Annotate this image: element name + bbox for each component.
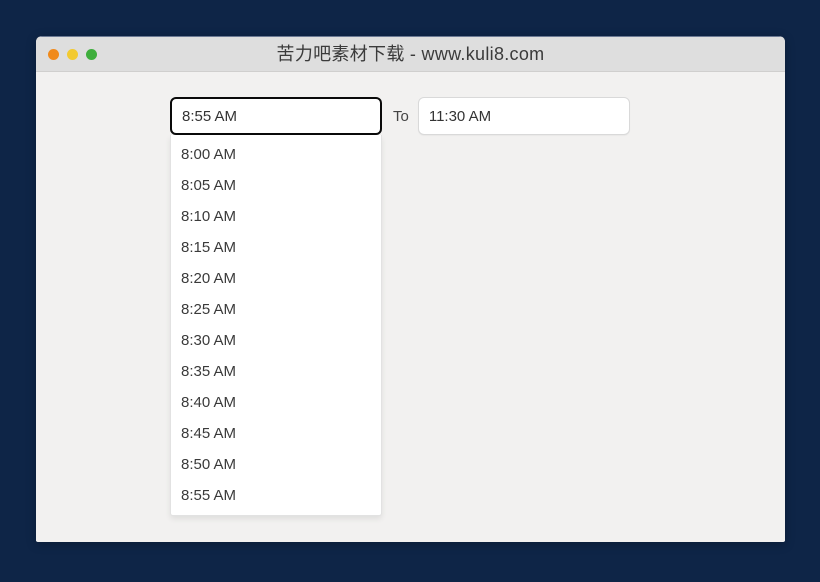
dropdown-option[interactable]: 8:55 AM <box>171 480 381 511</box>
dropdown-option[interactable]: 8:40 AM <box>171 387 381 418</box>
start-time-input[interactable] <box>170 97 382 135</box>
dropdown-option[interactable]: 8:50 AM <box>171 449 381 480</box>
window-body: 8:00 AM 8:05 AM 8:10 AM 8:15 AM 8:20 AM … <box>36 72 785 541</box>
start-time-dropdown: 8:00 AM 8:05 AM 8:10 AM 8:15 AM 8:20 AM … <box>170 135 382 516</box>
dropdown-option[interactable]: 8:00 AM <box>171 139 381 170</box>
dropdown-option[interactable]: 8:25 AM <box>171 294 381 325</box>
app-window: 苦力吧素材下载 - www.kuli8.com 8:00 AM 8:05 AM … <box>36 36 785 542</box>
start-time-field-group: 8:00 AM 8:05 AM 8:10 AM 8:15 AM 8:20 AM … <box>170 97 382 516</box>
window-titlebar: 苦力吧素材下载 - www.kuli8.com <box>36 36 785 72</box>
dropdown-option[interactable]: 8:45 AM <box>171 418 381 449</box>
dropdown-option[interactable]: 8:35 AM <box>171 356 381 387</box>
dropdown-option[interactable]: 8:30 AM <box>171 325 381 356</box>
dropdown-option[interactable]: 8:10 AM <box>171 201 381 232</box>
window-title: 苦力吧素材下载 - www.kuli8.com <box>276 44 545 64</box>
end-time-input[interactable] <box>417 97 630 135</box>
time-range-separator-label: To <box>393 107 409 125</box>
dropdown-option[interactable]: 8:15 AM <box>171 232 381 263</box>
dropdown-option[interactable]: 8:20 AM <box>171 263 381 294</box>
dropdown-option[interactable]: 8:05 AM <box>171 170 381 201</box>
time-range-row: 8:00 AM 8:05 AM 8:10 AM 8:15 AM 8:20 AM … <box>170 97 630 516</box>
